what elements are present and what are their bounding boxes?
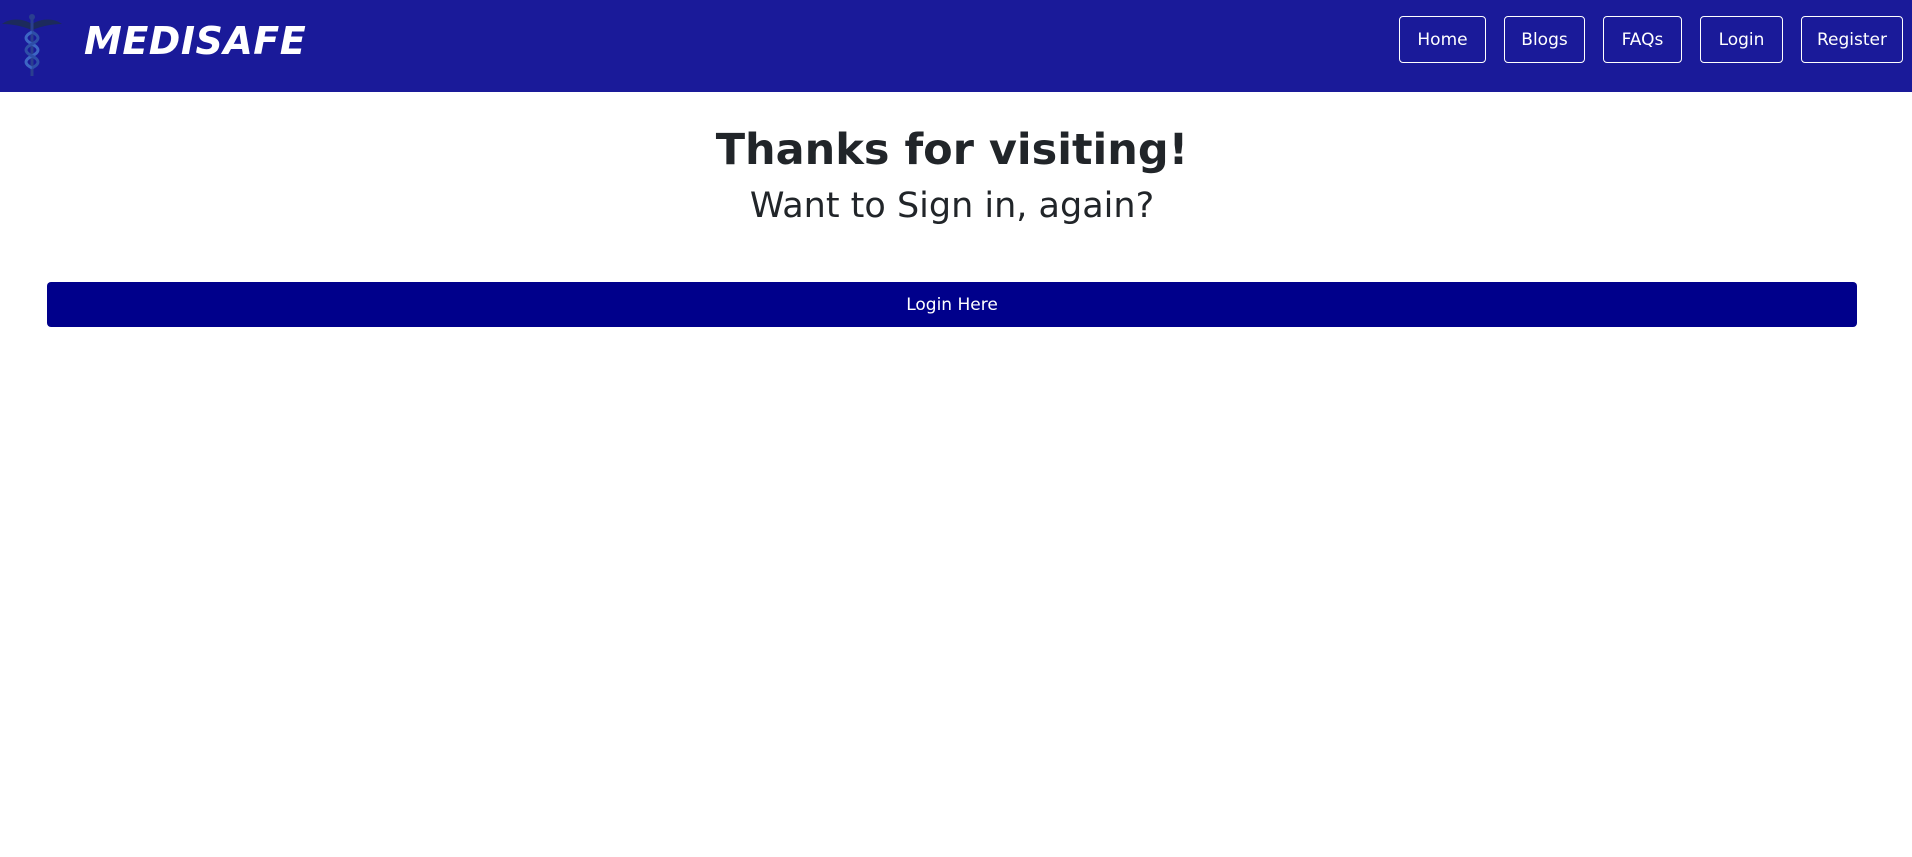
navbar: MEDISAFE Home Blogs FAQs Login Register: [0, 0, 1912, 92]
nav-home-link[interactable]: Home: [1399, 16, 1486, 63]
login-here-button[interactable]: Login Here: [47, 282, 1857, 327]
page-title: Thanks for visiting!: [715, 125, 1189, 175]
nav-faqs-link[interactable]: FAQs: [1603, 16, 1682, 63]
nav-blogs-link[interactable]: Blogs: [1504, 16, 1585, 63]
page-subtitle: Want to Sign in, again?: [749, 186, 1155, 226]
caduceus-icon[interactable]: [0, 10, 64, 80]
nav-register-link[interactable]: Register: [1801, 16, 1903, 63]
brand-name[interactable]: MEDISAFE: [84, 20, 306, 62]
nav-login-link[interactable]: Login: [1700, 16, 1783, 63]
